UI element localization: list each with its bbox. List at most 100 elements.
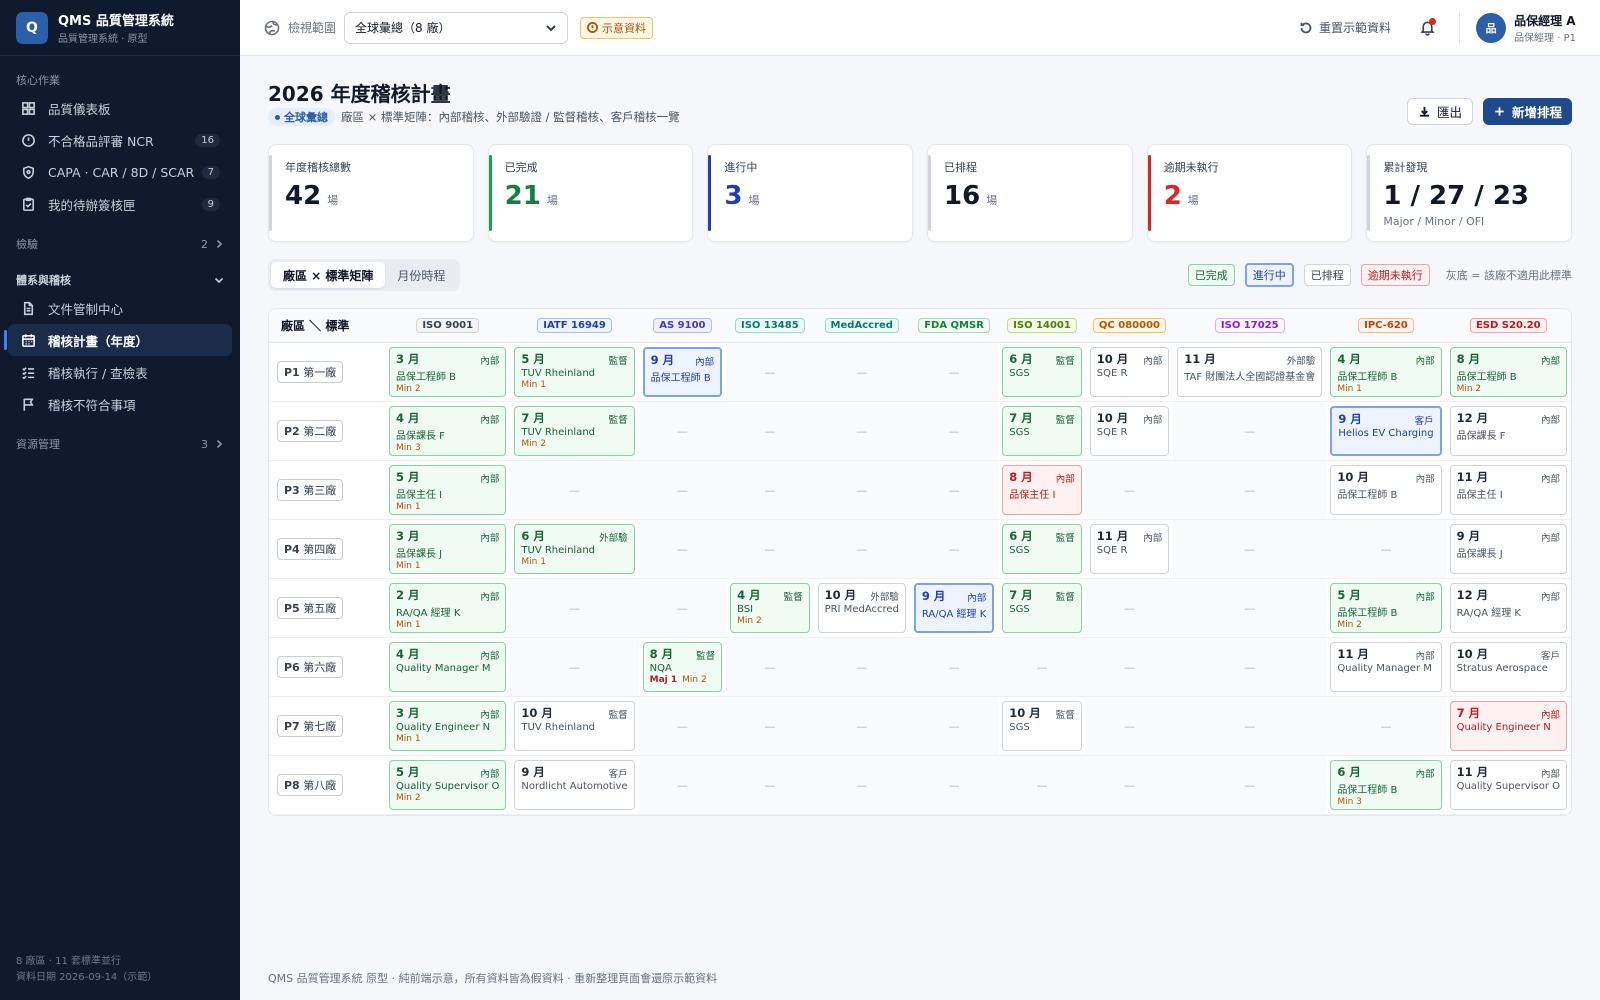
- matrix-cell: 7 月監督 SGS: [998, 402, 1086, 461]
- auditor: RA/QA 經理 K: [396, 608, 461, 619]
- audit-card[interactable]: 7 月監督 TÜV Rheinland Min 2: [514, 406, 635, 456]
- audit-card[interactable]: 4 月內部 品保課長 F Min 3: [389, 406, 507, 456]
- audit-card[interactable]: 5 月內部 品保主任 I Min 1: [389, 465, 507, 515]
- sidebar-item-system-2[interactable]: 稽核執行 / 查檢表: [8, 356, 232, 388]
- audit-type: 監督: [1055, 710, 1075, 721]
- audit-card[interactable]: 10 月客戶 Stratus Aerospace: [1449, 642, 1567, 692]
- matrix-cell: 7 月監督 SGS: [998, 579, 1086, 638]
- scope-select[interactable]: 全球彙總（8 廠）: [344, 11, 569, 44]
- audit-card[interactable]: 9 月內部 品保工程師 B: [642, 347, 723, 397]
- auditor: 品保課長 J: [396, 549, 443, 560]
- app-logo: Q: [16, 11, 48, 44]
- notifications-button[interactable]: [1417, 17, 1437, 38]
- audit-card[interactable]: 12 月內部 品保課長 F: [1449, 406, 1567, 456]
- audit-card[interactable]: 5 月內部 Quality Supervisor O Min 2: [389, 760, 507, 810]
- row-header-p3: P3 第三廠: [269, 461, 385, 520]
- audit-card[interactable]: 11 月內部 Quality Manager M: [1330, 642, 1442, 692]
- audit-card[interactable]: 6 月內部 品保工程師 B Min 3: [1330, 760, 1442, 810]
- audit-card[interactable]: 9 月內部 RA/QA 經理 K: [913, 583, 995, 633]
- matrix-cell-not-applicable: —: [909, 697, 999, 756]
- audit-card[interactable]: 9 月內部 品保課長 J: [1449, 524, 1567, 574]
- audit-card[interactable]: 9 月客戶 Nordlicht Automotive: [514, 760, 635, 810]
- kpi-value: 2: [1163, 181, 1182, 211]
- section-inspection[interactable]: 檢驗 2: [0, 232, 240, 256]
- add-schedule-button[interactable]: 新增排程: [1482, 98, 1572, 125]
- matrix-cell: 11 月內部 SQE R: [1085, 520, 1174, 579]
- legend-done: 已完成: [1187, 264, 1235, 286]
- audit-card[interactable]: 3 月內部 Quality Engineer N Min 1: [389, 701, 507, 751]
- audit-card[interactable]: 6 月外部驗 TÜV Rheinland Min 1: [514, 524, 635, 574]
- audit-card[interactable]: 8 月內部 品保主任 I: [1002, 465, 1082, 515]
- matrix-cell: 11 月內部 Quality Supervisor O: [1445, 756, 1571, 815]
- audit-card[interactable]: 6 月監督 SGS: [1002, 524, 1082, 574]
- sidebar-item-system-1[interactable]: 稽核計畫（年度）: [4, 324, 232, 356]
- row-header-p8: P8 第八廠: [269, 756, 385, 815]
- export-button[interactable]: 匯出: [1406, 98, 1473, 125]
- empty-dash: —: [569, 601, 581, 615]
- standard-ipc-620: IPC-620: [1358, 318, 1414, 333]
- audit-card[interactable]: 2 月內部 RA/QA 經理 K Min 1: [389, 583, 507, 633]
- audit-card[interactable]: 10 月監督 TÜV Rheinland: [514, 701, 635, 751]
- audit-card[interactable]: 12 月內部 RA/QA 經理 K: [1449, 583, 1567, 633]
- kpi-card: 年度稽核總數 42 場: [268, 144, 474, 242]
- audit-card[interactable]: 4 月內部 品保工程師 B Min 1: [1330, 347, 1442, 397]
- audit-card[interactable]: 4 月監督 BSI Min 2: [730, 583, 810, 633]
- audit-card[interactable]: 11 月內部 SQE R: [1089, 524, 1170, 574]
- audit-card[interactable]: 10 月監督 SGS: [1002, 701, 1082, 751]
- matrix-cell: 5 月內部 品保主任 I Min 1: [385, 461, 511, 520]
- audit-card[interactable]: 7 月監督 SGS: [1002, 406, 1082, 456]
- audit-card[interactable]: 10 月內部 SQE R: [1089, 347, 1170, 397]
- tab-matrix[interactable]: 廠區 × 標準矩陣: [271, 262, 386, 288]
- reset-demo-button[interactable]: 重置示範資料: [1299, 19, 1391, 36]
- audit-card[interactable]: 8 月內部 品保工程師 B Min 2: [1449, 347, 1567, 397]
- section-resource[interactable]: 資源管理 3: [0, 432, 240, 456]
- audit-card[interactable]: 10 月內部 品保工程師 B: [1330, 465, 1442, 515]
- audit-card[interactable]: 3 月內部 品保工程師 B Min 2: [389, 347, 507, 397]
- matrix-cell: 9 月客戶 Helios EV Charging: [1326, 402, 1446, 461]
- audit-card[interactable]: 7 月監督 SGS: [1002, 583, 1082, 633]
- page-title: 2026 年度稽核計畫: [268, 82, 451, 106]
- audit-card[interactable]: 11 月外部驗 TAF 財團法人全國認證基金會: [1177, 347, 1323, 397]
- section-system[interactable]: 體系與稽核: [0, 268, 240, 292]
- findings: Min 2: [737, 616, 802, 626]
- empty-dash: —: [676, 483, 688, 497]
- sidebar-item-core-1[interactable]: 不合格品評審 NCR 16: [8, 124, 232, 156]
- audit-type: 內部: [1143, 356, 1163, 367]
- section-core: 核心作業: [16, 74, 60, 87]
- audit-card[interactable]: 9 月客戶 Helios EV Charging: [1330, 406, 1442, 456]
- matrix-cell-not-applicable: —: [726, 343, 814, 402]
- sidebar-item-core-3[interactable]: 我的待辦簽核匣 9: [8, 188, 232, 220]
- empty-dash: —: [676, 542, 688, 556]
- audit-card[interactable]: 3 月內部 品保課長 J Min 1: [389, 524, 507, 574]
- kpi-label: 進行中: [724, 161, 758, 174]
- user-info[interactable]: 品保經理 A 品保經理 · P1: [1514, 12, 1576, 44]
- audit-card[interactable]: 6 月監督 SGS: [1002, 347, 1082, 397]
- sidebar-item-system-3[interactable]: 稽核不符合事項: [8, 388, 232, 420]
- audit-card[interactable]: 11 月內部 Quality Supervisor O: [1449, 760, 1567, 810]
- empty-dash: —: [948, 719, 960, 733]
- brand: Q QMS 品質管理系統 品質管理系統 · 原型: [0, 0, 240, 56]
- audit-type: 內部: [1415, 356, 1435, 367]
- matrix-cell: 3 月內部 品保課長 J Min 1: [385, 520, 511, 579]
- audit-card[interactable]: 7 月內部 Quality Engineer N: [1449, 701, 1567, 751]
- row-header-p7: P7 第七廠: [269, 697, 385, 756]
- globe-icon: [264, 20, 280, 35]
- audit-card[interactable]: 11 月內部 品保主任 I: [1449, 465, 1567, 515]
- matrix-cell-not-applicable: —: [1326, 520, 1446, 579]
- audit-card[interactable]: 10 月內部 SQE R: [1089, 406, 1170, 456]
- sidebar-item-system-0[interactable]: 文件管制中心: [8, 292, 232, 324]
- sidebar-item-core-0[interactable]: 品質儀表板: [8, 92, 232, 124]
- row-header-p5: P5 第五廠: [269, 579, 385, 638]
- audit-card[interactable]: 5 月監督 TÜV Rheinland Min 1: [514, 347, 635, 397]
- avatar[interactable]: 品: [1476, 12, 1507, 43]
- audit-card[interactable]: 5 月內部 品保工程師 B Min 2: [1330, 583, 1442, 633]
- tab-monthly[interactable]: 月份時程: [385, 262, 457, 288]
- sidebar-item-core-2[interactable]: CAPA · CAR / 8D / SCAR 7: [8, 156, 232, 188]
- page-subtitle: 全球彙總 廠區 × 標準矩陣：內部稽核、外部驗證 / 監督稽核、客戶稽核一覽: [268, 108, 680, 126]
- audit-card[interactable]: 10 月外部驗 PRI MedAccred: [817, 583, 906, 633]
- auditor: PRI MedAccred: [824, 604, 899, 615]
- audit-card[interactable]: 8 月監督 NQA Maj 1 Min 2: [642, 642, 723, 692]
- audit-card[interactable]: 4 月內部 Quality Manager M: [389, 642, 507, 692]
- kpi-value: 3: [724, 181, 743, 211]
- matrix-cell-not-applicable: —: [1173, 520, 1327, 579]
